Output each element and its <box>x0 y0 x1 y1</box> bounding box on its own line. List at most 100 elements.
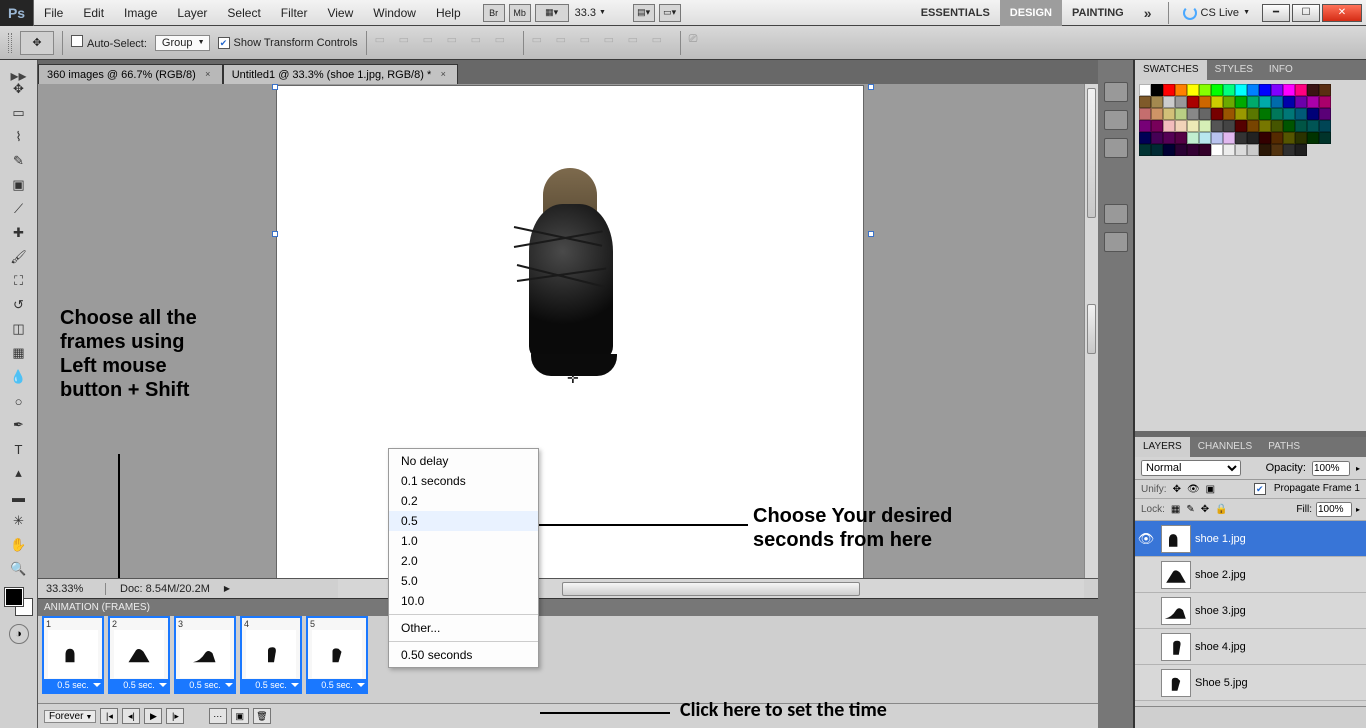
menu-edit[interactable]: Edit <box>73 0 114 26</box>
minibridge-icon[interactable] <box>1104 82 1128 102</box>
swatch[interactable] <box>1271 132 1283 144</box>
swatch[interactable] <box>1319 132 1331 144</box>
actions-icon[interactable] <box>1104 138 1128 158</box>
eyedropper-tool[interactable]: ⟋ <box>6 198 32 220</box>
swatch[interactable] <box>1307 132 1319 144</box>
swatch[interactable] <box>1211 108 1223 120</box>
panel-tab-styles[interactable]: STYLES <box>1207 60 1261 80</box>
panel-tab-channels[interactable]: CHANNELS <box>1190 437 1260 457</box>
next-frame-button[interactable]: |▸ <box>166 708 184 724</box>
swatch[interactable] <box>1175 132 1187 144</box>
show-transform-checkbox[interactable]: Show Transform Controls <box>218 37 358 49</box>
swatch[interactable] <box>1271 84 1283 96</box>
dodge-tool[interactable]: ○ <box>6 390 32 412</box>
auto-select-checkbox[interactable]: Auto-Select: <box>71 35 147 50</box>
swatch[interactable] <box>1271 120 1283 132</box>
swatch[interactable] <box>1295 84 1307 96</box>
close-button[interactable]: ✕ <box>1322 4 1362 22</box>
swatch[interactable] <box>1151 108 1163 120</box>
pen-tool[interactable]: ✒ <box>6 414 32 436</box>
layer-row[interactable]: shoe 2.jpg <box>1135 557 1366 593</box>
animation-frame[interactable]: 40.5 sec. <box>240 616 302 694</box>
lock-pixels-icon[interactable]: ✎ <box>1186 504 1194 515</box>
lock-transparency-icon[interactable]: ▦ <box>1171 504 1180 515</box>
vertical-scrollbar[interactable] <box>1084 84 1098 598</box>
animation-frame[interactable]: 20.5 sec. <box>108 616 170 694</box>
workspace-essentials[interactable]: ESSENTIALS <box>911 0 1000 26</box>
swatch[interactable] <box>1163 108 1175 120</box>
swatch[interactable] <box>1151 144 1163 156</box>
layer-name[interactable]: shoe 4.jpg <box>1195 641 1366 653</box>
delay-option[interactable]: 10.0 <box>389 591 538 611</box>
delay-option[interactable]: 0.1 seconds <box>389 471 538 491</box>
close-tab-icon[interactable]: × <box>437 69 449 81</box>
propagate-frame-checkbox[interactable]: Propagate Frame 1 <box>1254 483 1360 495</box>
swatch[interactable] <box>1211 120 1223 132</box>
swatch[interactable] <box>1259 120 1271 132</box>
swatch[interactable] <box>1139 96 1151 108</box>
swatch[interactable] <box>1187 120 1199 132</box>
swatch[interactable] <box>1223 132 1235 144</box>
swatch[interactable] <box>1175 120 1187 132</box>
lock-position-icon[interactable]: ✥ <box>1201 504 1209 515</box>
delay-option[interactable]: 0.5 <box>389 511 538 531</box>
swatch[interactable] <box>1271 144 1283 156</box>
unify-style-icon[interactable]: ▣ <box>1206 484 1215 495</box>
swatch[interactable] <box>1247 108 1259 120</box>
layer-row[interactable]: Shoe 5.jpg <box>1135 665 1366 701</box>
frame-delay[interactable]: 0.5 sec. <box>44 679 102 692</box>
panel-tab-paths[interactable]: PATHS <box>1260 437 1308 457</box>
quick-select-tool[interactable]: ✎ <box>6 150 32 172</box>
swatch[interactable] <box>1199 108 1211 120</box>
blend-mode-select[interactable]: Normal <box>1141 460 1241 476</box>
swatch[interactable] <box>1235 84 1247 96</box>
swatch[interactable] <box>1175 96 1187 108</box>
play-button[interactable]: ▶ <box>144 708 162 724</box>
swatch[interactable] <box>1247 84 1259 96</box>
swatch[interactable] <box>1295 120 1307 132</box>
unify-visibility-icon[interactable]: 👁 <box>1187 484 1200 495</box>
zoom-level[interactable]: 33.3 <box>571 7 627 19</box>
swatch[interactable] <box>1283 108 1295 120</box>
delay-option[interactable]: 1.0 <box>389 531 538 551</box>
panel-tab-info[interactable]: INFO <box>1261 60 1301 80</box>
document-tab[interactable]: 360 images @ 66.7% (RGB/8)× <box>38 64 223 84</box>
swatch[interactable] <box>1235 144 1247 156</box>
swatch[interactable] <box>1283 132 1295 144</box>
swatch[interactable] <box>1163 96 1175 108</box>
swatch[interactable] <box>1151 120 1163 132</box>
first-frame-button[interactable]: |◂ <box>100 708 118 724</box>
swatch[interactable] <box>1151 84 1163 96</box>
delay-option[interactable]: 2.0 <box>389 551 538 571</box>
swatch[interactable] <box>1139 144 1151 156</box>
history-brush-tool[interactable]: ↺ <box>6 294 32 316</box>
stamp-tool[interactable]: ⛶ <box>6 270 32 292</box>
menu-image[interactable]: Image <box>114 0 167 26</box>
new-frame-button[interactable]: ▣ <box>231 708 249 724</box>
loop-select[interactable]: Forever <box>44 710 96 723</box>
swatch[interactable] <box>1187 96 1199 108</box>
layer-row[interactable]: shoe 3.jpg <box>1135 593 1366 629</box>
swatch[interactable] <box>1175 84 1187 96</box>
delay-other[interactable]: Other... <box>389 618 538 638</box>
swatch[interactable] <box>1283 120 1295 132</box>
swatch[interactable] <box>1295 144 1307 156</box>
swatch[interactable] <box>1211 84 1223 96</box>
swatch[interactable] <box>1271 96 1283 108</box>
animation-frame[interactable]: 50.5 sec. <box>306 616 368 694</box>
crop-tool[interactable]: ▣ <box>6 174 32 196</box>
visibility-toggle[interactable]: 👁 <box>1135 531 1157 547</box>
swatch[interactable] <box>1223 108 1235 120</box>
swatch[interactable] <box>1307 120 1319 132</box>
layer-row[interactable]: shoe 4.jpg <box>1135 629 1366 665</box>
swatch[interactable] <box>1283 96 1295 108</box>
screen-mode-button[interactable]: ▦▾ <box>535 4 569 22</box>
swatch[interactable] <box>1187 108 1199 120</box>
layer-name[interactable]: shoe 2.jpg <box>1195 569 1366 581</box>
lock-all-icon[interactable]: 🔒 <box>1215 504 1227 515</box>
layer-name[interactable]: Shoe 5.jpg <box>1195 677 1366 689</box>
frame-delay[interactable]: 0.5 sec. <box>110 679 168 692</box>
bridge-button[interactable]: Br <box>483 4 505 22</box>
masks-icon[interactable] <box>1104 232 1128 252</box>
healing-tool[interactable]: ✚ <box>6 222 32 244</box>
